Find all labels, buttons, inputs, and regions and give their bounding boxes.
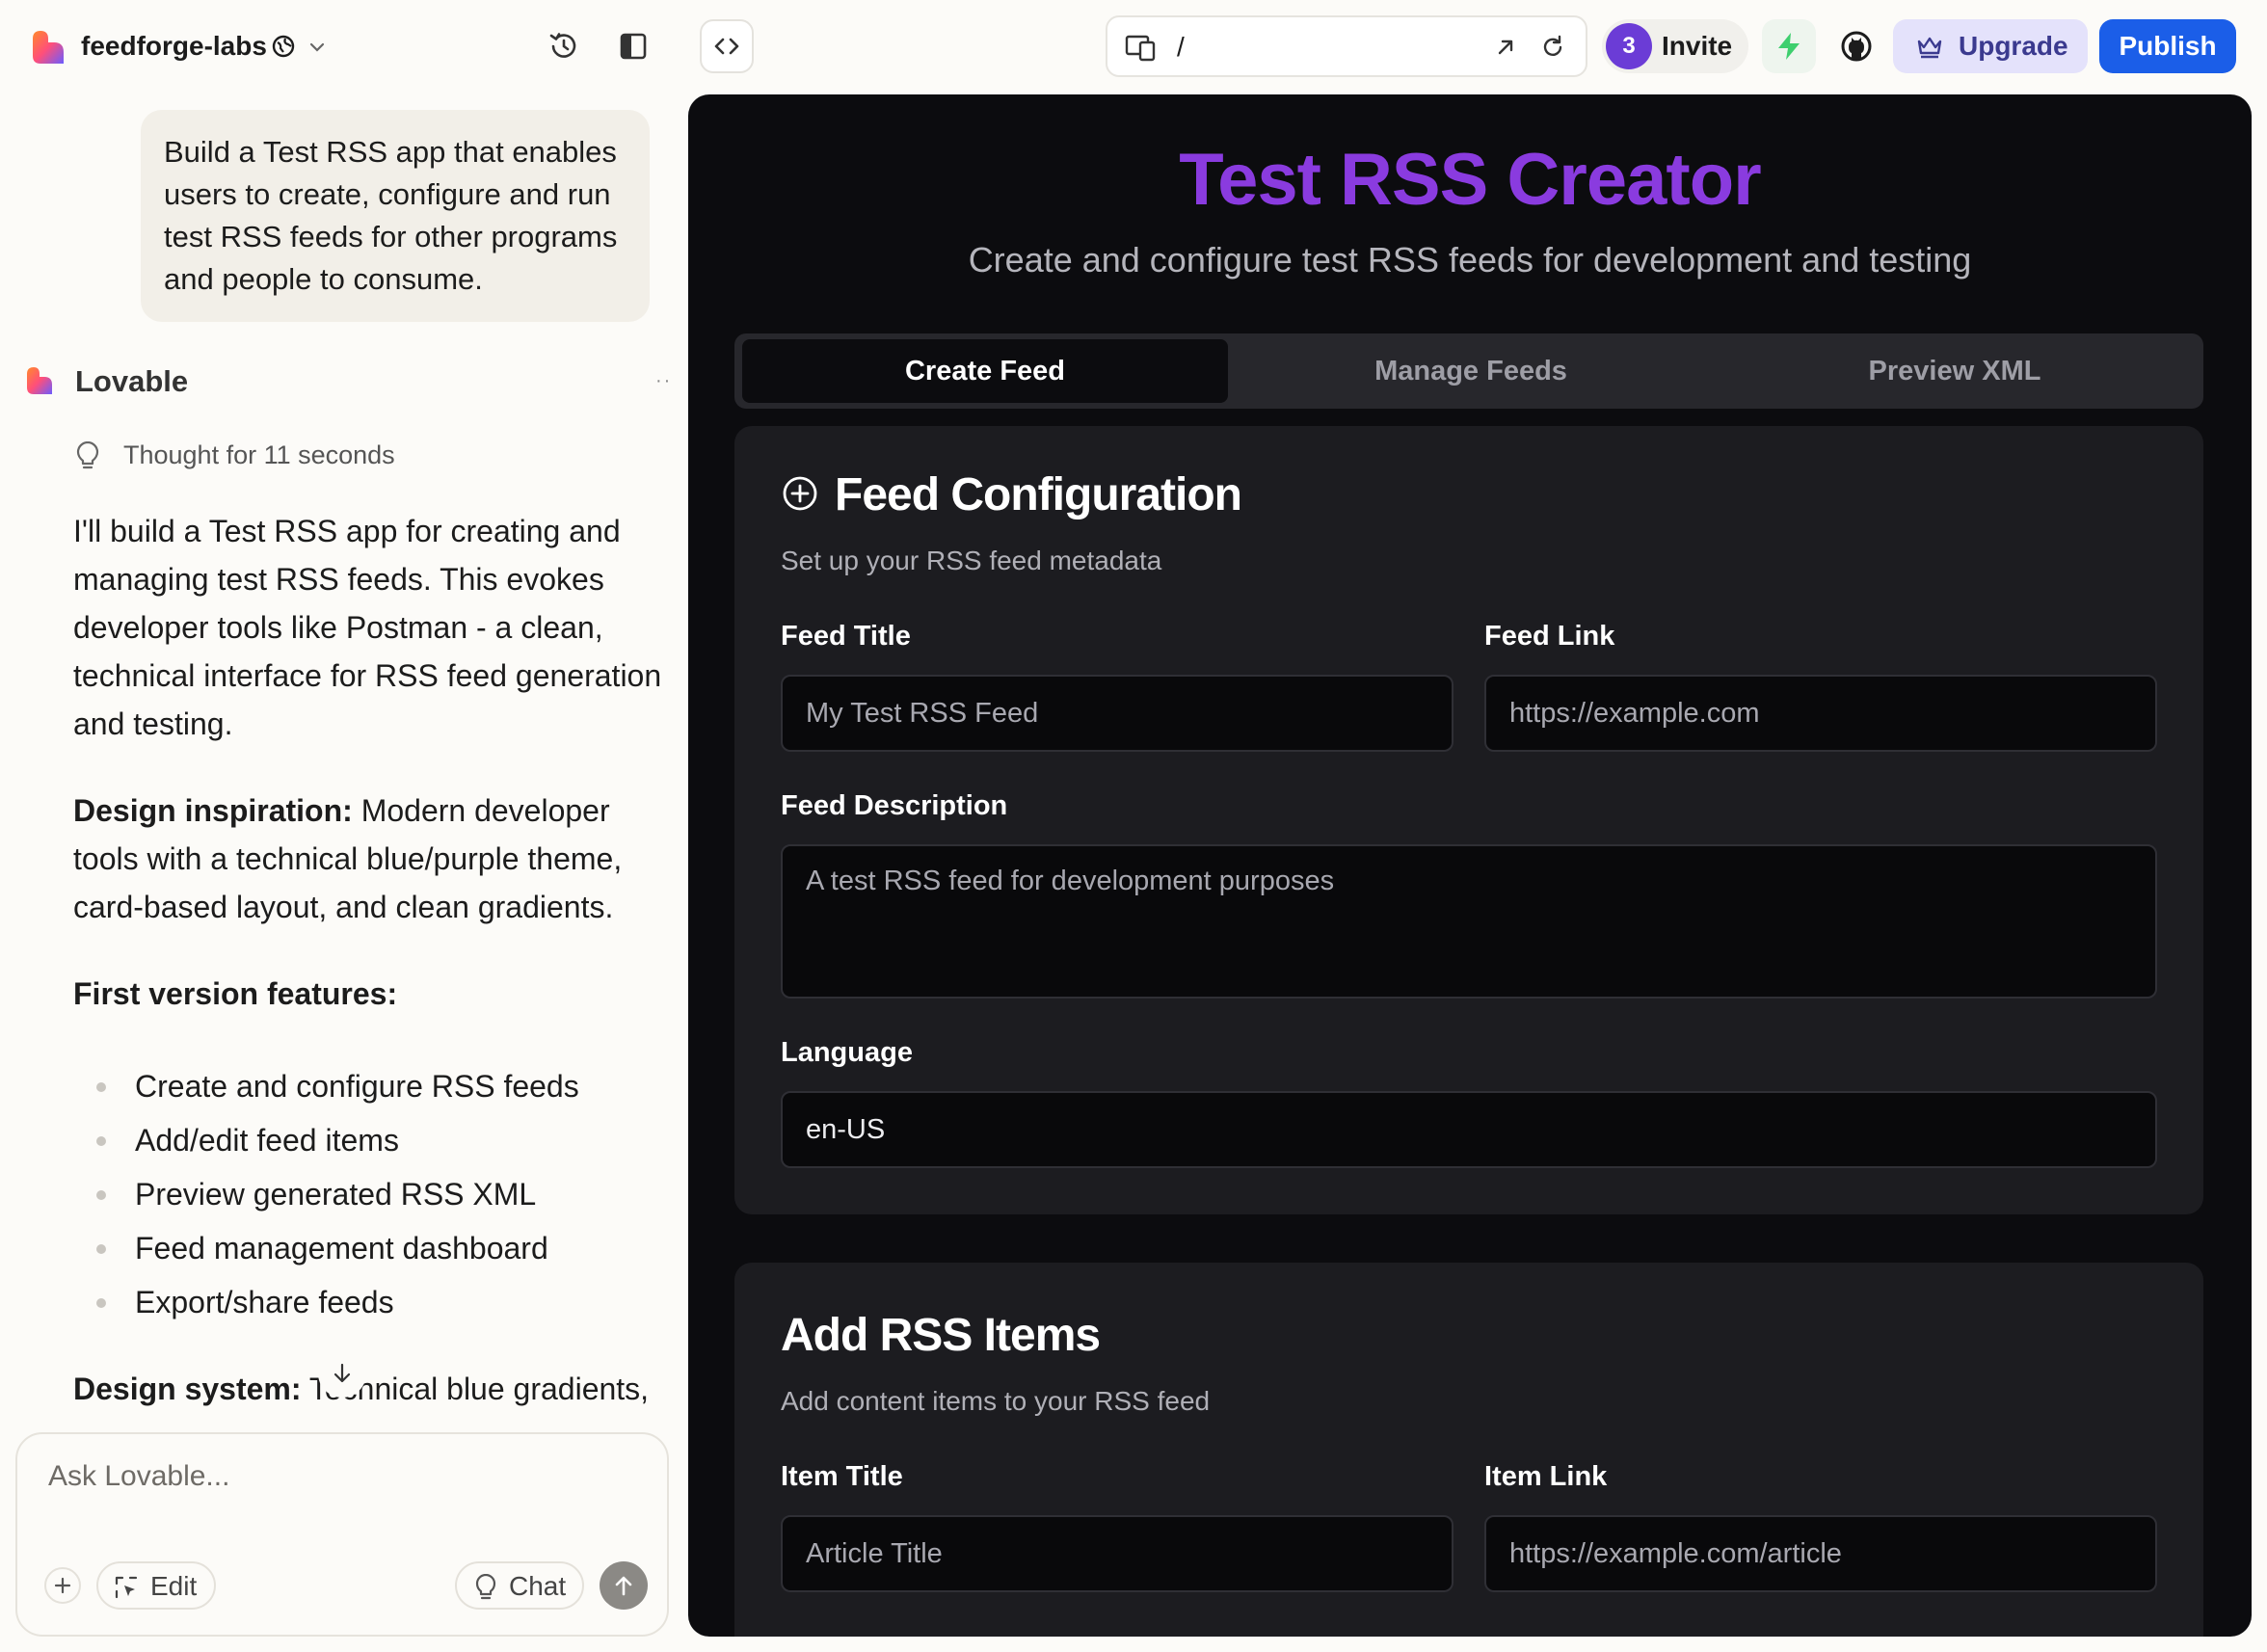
- design-inspiration-label: Design inspiration:: [73, 793, 353, 828]
- sidebar-toggle-icon[interactable]: [617, 30, 650, 63]
- lovable-logo-icon[interactable]: [29, 29, 66, 66]
- arrow-down-icon: [333, 1363, 351, 1383]
- page-title: Test RSS Creator: [1179, 139, 1761, 221]
- feed-link-input[interactable]: [1484, 675, 2157, 752]
- plus-circle-icon: [783, 476, 817, 511]
- lightbulb-icon: [475, 1574, 496, 1600]
- feed-description-label: Feed Description: [781, 790, 1008, 821]
- github-button[interactable]: [1829, 19, 1883, 73]
- feed-link-label: Feed Link: [1484, 621, 1615, 652]
- select-cursor-icon: [115, 1576, 138, 1599]
- bolt-icon: [1778, 33, 1800, 60]
- assistant-intro-text: I'll build a Test RSS app for creating a…: [73, 514, 662, 741]
- chevron-down-icon[interactable]: [307, 37, 328, 58]
- card-heading: Feed Configuration: [835, 469, 1242, 520]
- feed-description-input[interactable]: [781, 844, 2157, 999]
- feed-title-label: Feed Title: [781, 621, 911, 652]
- chat-label: Chat: [509, 1571, 567, 1601]
- card-subheading: Add content items to your RSS feed: [781, 1386, 1211, 1416]
- item-title-input[interactable]: [781, 1515, 1454, 1592]
- supabase-button[interactable]: [1762, 19, 1816, 73]
- edit-mode-button[interactable]: Edit: [96, 1561, 216, 1610]
- upgrade-label: Upgrade: [1959, 31, 2068, 61]
- design-system-label: Design system:: [73, 1372, 302, 1406]
- tab-create-feed[interactable]: Create Feed: [742, 339, 1228, 403]
- url-path[interactable]: /: [1177, 31, 1185, 64]
- message-menu-button[interactable]: ··: [655, 370, 672, 392]
- crown-icon: [1917, 37, 1942, 59]
- plus-icon: [54, 1577, 71, 1594]
- open-external-icon[interactable]: [1493, 35, 1518, 60]
- arrow-up-icon: [615, 1576, 632, 1596]
- history-icon[interactable]: [547, 30, 580, 63]
- edit-label: Edit: [150, 1571, 198, 1601]
- card-subheading: Set up your RSS feed metadata: [781, 546, 1162, 575]
- attach-button[interactable]: [44, 1567, 81, 1604]
- avatar: 3: [1606, 23, 1652, 69]
- card-heading: Add RSS Items: [781, 1310, 1101, 1361]
- list-item: Feed management dashboard: [93, 1221, 661, 1275]
- app-preview: Test RSS Creator Create and configure te…: [688, 94, 2252, 1637]
- tab-manage-feeds[interactable]: Manage Feeds: [1228, 339, 1714, 403]
- project-name[interactable]: feedforge-labs: [81, 27, 267, 66]
- top-bar: feedforge-labs / 3 Invite Upgrade Publis…: [0, 0, 2267, 93]
- item-title-label: Item Title: [781, 1461, 903, 1492]
- assistant-name: Lovable: [75, 364, 189, 398]
- code-icon: [714, 38, 739, 55]
- page-subtitle: Create and configure test RSS feeds for …: [968, 240, 1972, 280]
- send-button[interactable]: [600, 1561, 648, 1610]
- features-heading: First version features:: [73, 976, 398, 1011]
- invite-label: Invite: [1662, 31, 1733, 61]
- device-toggle-icon[interactable]: [1125, 33, 1156, 62]
- tab-preview-xml[interactable]: Preview XML: [1712, 339, 2198, 403]
- list-item: Create and configure RSS feeds: [93, 1059, 661, 1113]
- refresh-icon[interactable]: [1539, 34, 1566, 61]
- chat-composer: Edit Chat: [15, 1432, 669, 1637]
- feature-list: Create and configure RSS feeds Add/edit …: [93, 1059, 661, 1329]
- language-label: Language: [781, 1037, 913, 1068]
- user-message: Build a Test RSS app that enables users …: [141, 110, 650, 322]
- publish-button[interactable]: Publish: [2099, 19, 2236, 73]
- item-link-label: Item Link: [1484, 1461, 1608, 1492]
- add-items-card: Add RSS Items Add content items to your …: [734, 1263, 2203, 1637]
- item-link-input[interactable]: [1484, 1515, 2157, 1592]
- github-icon: [1841, 31, 1872, 62]
- list-item: Preview generated RSS XML: [93, 1167, 661, 1221]
- preview-url-bar[interactable]: /: [1106, 15, 1587, 77]
- invite-button[interactable]: 3 Invite: [1602, 19, 1748, 73]
- list-item: Export/share feeds: [93, 1275, 661, 1329]
- scroll-to-bottom-button[interactable]: [318, 1349, 366, 1398]
- list-item: Add/edit feed items: [93, 1113, 661, 1167]
- code-view-button[interactable]: [700, 19, 754, 73]
- chat-mode-button[interactable]: Chat: [455, 1561, 584, 1610]
- lovable-avatar-icon: [27, 367, 52, 394]
- language-input[interactable]: [781, 1091, 2157, 1168]
- globe-icon: [272, 35, 295, 58]
- design-inspiration-text: Design inspiration: Modern developer too…: [73, 786, 665, 931]
- tab-bar: Create Feed Manage Feeds Preview XML: [734, 333, 2203, 409]
- lightbulb-icon: [76, 441, 99, 469]
- chat-input[interactable]: [48, 1455, 627, 1498]
- upgrade-button[interactable]: Upgrade: [1893, 19, 2088, 73]
- feed-title-input[interactable]: [781, 675, 1454, 752]
- feed-configuration-card: Feed Configuration Set up your RSS feed …: [734, 426, 2203, 1214]
- thought-duration[interactable]: Thought for 11 seconds: [123, 438, 395, 472]
